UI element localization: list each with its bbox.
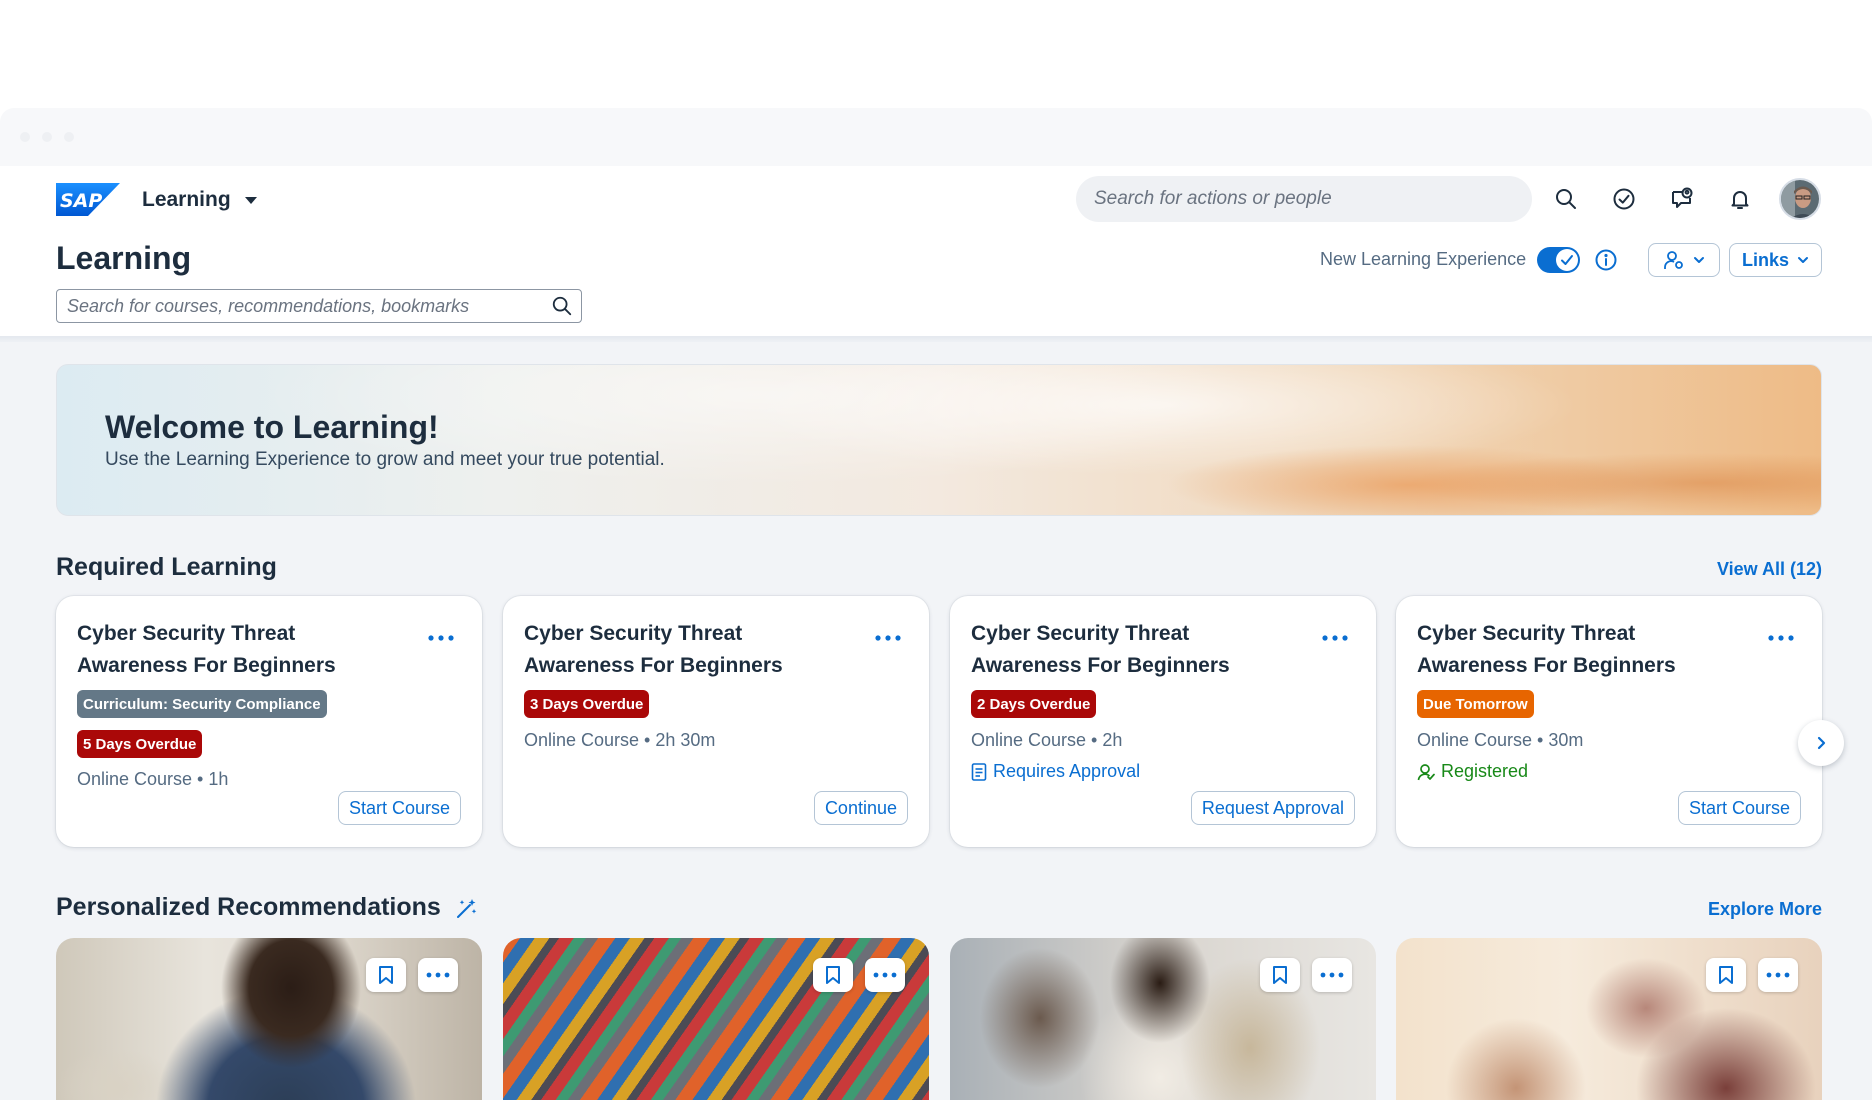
more-icon[interactable]	[1312, 958, 1352, 992]
logo-text: SAP	[60, 190, 102, 212]
course-title[interactable]: Cyber Security Threat Awareness For Begi…	[1417, 618, 1747, 682]
course-title[interactable]: Cyber Security Threat Awareness For Begi…	[524, 618, 854, 682]
start-course-button[interactable]: Start Course	[337, 791, 461, 825]
chevron-down-icon	[1798, 257, 1808, 263]
bookmark-icon[interactable]	[1706, 958, 1746, 992]
window-maximize-dot	[64, 132, 74, 142]
new-experience-label: New Learning Experience	[1320, 249, 1527, 269]
bookmark-icon[interactable]	[813, 958, 853, 992]
recommendations-title: Personalized Recommendations	[56, 893, 441, 921]
continue-button[interactable]: Continue	[813, 791, 908, 825]
approval-status: Requires Approval	[971, 761, 1140, 782]
page-search[interactable]	[56, 289, 582, 323]
recommendation-card[interactable]	[503, 938, 929, 1100]
overdue-tag: 3 Days Overdue	[524, 690, 650, 718]
course-meta: Online Course • 2h 30m	[524, 730, 716, 750]
course-card[interactable]: Cyber Security Threat Awareness For Begi…	[56, 596, 482, 847]
user-settings-menu[interactable]	[1648, 243, 1720, 277]
more-icon[interactable]	[428, 628, 454, 646]
search-icon[interactable]	[551, 295, 573, 317]
banner-title: Welcome to Learning!	[105, 409, 439, 445]
recommendation-card[interactable]	[1396, 938, 1822, 1100]
recommendation-card[interactable]	[56, 938, 482, 1100]
more-icon[interactable]	[418, 958, 458, 992]
more-icon[interactable]	[865, 958, 905, 992]
course-meta: Online Course • 1h	[77, 769, 229, 789]
overdue-tag: 2 Days Overdue	[971, 690, 1097, 718]
user-settings-icon	[1664, 251, 1683, 269]
request-approval-button[interactable]: Request Approval	[1190, 791, 1355, 825]
start-course-button[interactable]: Start Course	[1677, 791, 1801, 825]
view-all-link[interactable]: View All (12)	[1717, 559, 1822, 580]
course-meta: Online Course • 30m	[1417, 730, 1584, 750]
browser-toolbar	[0, 108, 1872, 166]
bookmark-icon[interactable]	[366, 958, 406, 992]
app-name: Learning	[142, 188, 231, 211]
curriculum-tag: Curriculum: Security Compliance	[77, 690, 327, 718]
chevron-right-icon	[1817, 736, 1826, 750]
chat-icon[interactable]	[1666, 183, 1698, 215]
banner-subtitle: Use the Learning Experience to grow and …	[105, 449, 665, 470]
registered-status-text: Registered	[1441, 761, 1529, 781]
due-tomorrow-tag: Due Tomorrow	[1417, 690, 1534, 718]
chevron-down-icon	[1694, 257, 1704, 263]
new-experience-toggle[interactable]	[1537, 247, 1580, 273]
recommendations-header: Personalized Recommendations	[56, 893, 479, 922]
more-icon[interactable]	[1322, 628, 1348, 646]
course-meta: Online Course • 2h	[971, 730, 1123, 750]
global-search[interactable]	[1076, 176, 1532, 222]
links-label: Links	[1741, 249, 1789, 270]
bookmark-icon[interactable]	[1260, 958, 1300, 992]
carousel-next-button[interactable]	[1798, 720, 1844, 766]
course-card[interactable]: Cyber Security Threat Awareness For Begi…	[503, 596, 929, 847]
app-switcher[interactable]: Learning	[142, 186, 257, 214]
global-search-input[interactable]	[1094, 188, 1532, 210]
registered-status: Registered	[1417, 761, 1528, 782]
course-title[interactable]: Cyber Security Threat Awareness For Begi…	[77, 618, 407, 682]
overdue-tag: 5 Days Overdue	[77, 730, 203, 758]
info-icon[interactable]	[1594, 248, 1618, 277]
sap-logo[interactable]: SAP	[56, 183, 120, 216]
document-icon	[971, 762, 987, 781]
window-close-dot	[20, 132, 30, 142]
task-check-icon[interactable]	[1608, 183, 1640, 215]
approval-status-text: Requires Approval	[993, 761, 1141, 781]
avatar[interactable]	[1779, 178, 1821, 220]
recommendation-card[interactable]	[950, 938, 1376, 1100]
course-card[interactable]: Cyber Security Threat Awareness For Begi…	[950, 596, 1376, 847]
caret-down-icon	[244, 196, 257, 204]
check-icon	[1556, 249, 1578, 271]
more-icon[interactable]	[1758, 958, 1798, 992]
search-icon[interactable]	[1550, 183, 1582, 215]
user-icon	[1417, 763, 1435, 780]
course-title[interactable]: Cyber Security Threat Awareness For Begi…	[971, 618, 1301, 682]
page-search-input[interactable]	[67, 295, 551, 317]
more-icon[interactable]	[1768, 628, 1794, 646]
more-icon[interactable]	[875, 628, 901, 646]
required-learning-title: Required Learning	[56, 553, 277, 581]
bell-icon[interactable]	[1724, 183, 1756, 215]
window-minimize-dot	[42, 132, 52, 142]
course-card[interactable]: Cyber Security Threat Awareness For Begi…	[1396, 596, 1822, 847]
page-title: Learning	[56, 240, 192, 276]
links-menu[interactable]: Links	[1729, 243, 1822, 277]
ai-sparkle-icon	[456, 898, 477, 918]
explore-more-link[interactable]: Explore More	[1708, 899, 1822, 920]
welcome-banner: Welcome to Learning! Use the Learning Ex…	[56, 364, 1822, 516]
